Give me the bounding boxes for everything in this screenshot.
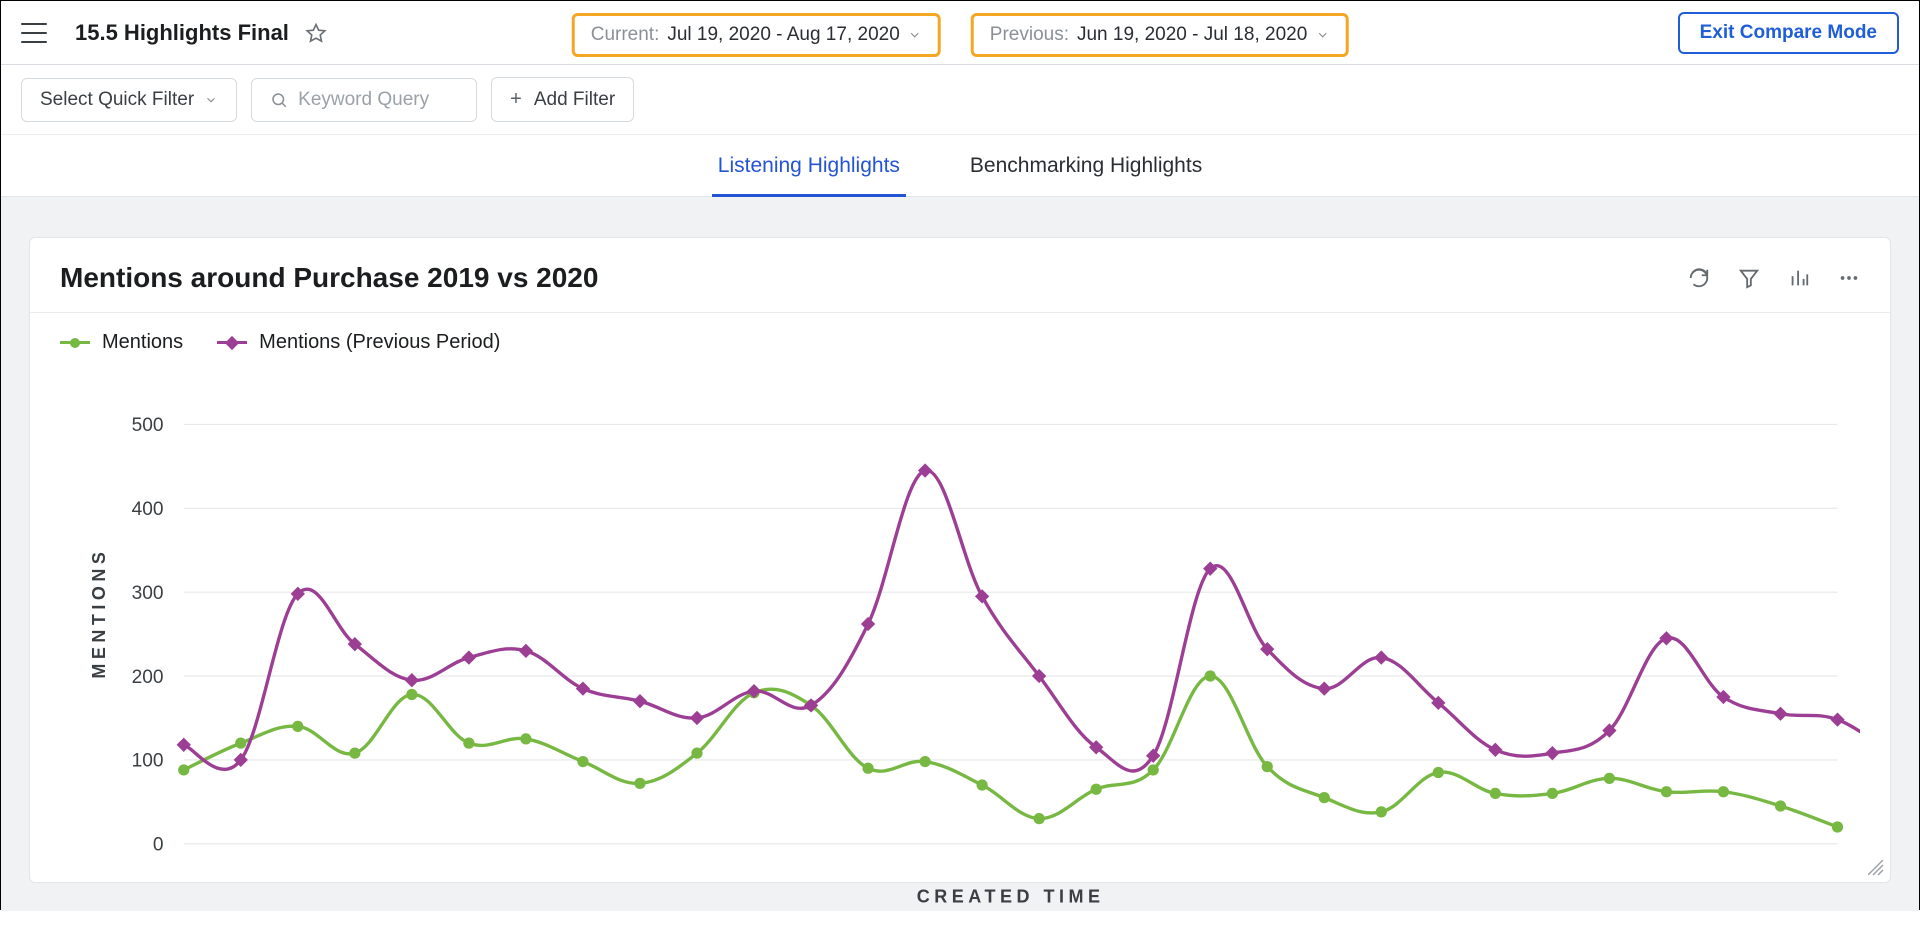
svg-text:0: 0 <box>153 835 164 856</box>
svg-text:CREATED TIME: CREATED TIME <box>917 886 1105 906</box>
chevron-down-icon <box>908 28 922 42</box>
svg-text:100: 100 <box>132 751 164 772</box>
keyword-query-field[interactable] <box>251 78 477 122</box>
main-area: Mentions around Purchase 2019 vs 2020 <box>1 197 1919 911</box>
legend-mentions-previous[interactable]: Mentions (Previous Period) <box>217 331 500 354</box>
quick-filter-label: Select Quick Filter <box>40 89 194 111</box>
svg-text:300: 300 <box>132 583 164 604</box>
plus-icon: + <box>510 88 522 111</box>
add-filter-label: Add Filter <box>534 89 615 111</box>
legend-label-current: Mentions <box>102 331 183 354</box>
keyword-query-input[interactable] <box>298 89 458 111</box>
highlight-tabs: Listening Highlights Benchmarking Highli… <box>1 135 1919 197</box>
svg-text:200: 200 <box>132 667 164 688</box>
current-range-picker[interactable]: Current: Jul 19, 2020 - Aug 17, 2020 <box>572 13 941 57</box>
chart-area: 0 100 200 300 400 500 MENTIONS CREATED TIME <box>30 360 1890 951</box>
previous-range-picker[interactable]: Previous: Jun 19, 2020 - Jul 18, 2020 <box>971 13 1349 57</box>
resize-handle-icon[interactable] <box>1868 860 1884 876</box>
page-title: 15.5 Highlights Final <box>75 20 289 46</box>
bar-chart-icon[interactable] <box>1788 267 1810 289</box>
previous-range-value: Jun 19, 2020 - Jul 18, 2020 <box>1077 24 1307 46</box>
top-bar: 15.5 Highlights Final Current: Jul 19, 2… <box>1 1 1919 65</box>
current-range-value: Jul 19, 2020 - Aug 17, 2020 <box>667 24 899 46</box>
chevron-down-icon <box>1315 28 1329 42</box>
svg-text:MENTIONS: MENTIONS <box>89 548 109 679</box>
card-actions <box>1688 267 1860 289</box>
svg-text:400: 400 <box>132 499 164 520</box>
date-range-group: Current: Jul 19, 2020 - Aug 17, 2020 Pre… <box>572 13 1349 57</box>
tab-benchmarking-highlights[interactable]: Benchmarking Highlights <box>970 135 1202 196</box>
legend-marker-purple <box>217 341 247 344</box>
legend-mentions[interactable]: Mentions <box>60 331 183 354</box>
quick-filter-button[interactable]: Select Quick Filter <box>21 78 237 122</box>
current-range-label: Current: <box>591 24 660 46</box>
legend-marker-green <box>60 341 90 344</box>
previous-range-label: Previous: <box>990 24 1069 46</box>
more-options-icon[interactable] <box>1838 267 1860 289</box>
add-filter-button[interactable]: + Add Filter <box>491 77 634 122</box>
filter-icon[interactable] <box>1738 267 1760 289</box>
legend-label-previous: Mentions (Previous Period) <box>259 331 500 354</box>
search-icon <box>270 91 288 109</box>
chevron-down-icon <box>204 93 218 107</box>
exit-compare-button[interactable]: Exit Compare Mode <box>1678 12 1899 54</box>
line-chart: 0 100 200 300 400 500 MENTIONS CREATED TIME <box>60 360 1860 923</box>
favorite-star-icon[interactable] <box>305 22 327 44</box>
refresh-icon[interactable] <box>1688 267 1710 289</box>
hamburger-menu-icon[interactable] <box>21 23 47 43</box>
chart-legend: Mentions Mentions (Previous Period) <box>30 313 1890 360</box>
chart-card: Mentions around Purchase 2019 vs 2020 <box>29 237 1891 883</box>
filter-bar: Select Quick Filter + Add Filter <box>1 65 1919 135</box>
card-title: Mentions around Purchase 2019 vs 2020 <box>60 262 598 294</box>
tab-listening-highlights[interactable]: Listening Highlights <box>718 135 900 196</box>
card-header: Mentions around Purchase 2019 vs 2020 <box>30 238 1890 313</box>
svg-text:500: 500 <box>132 415 164 436</box>
